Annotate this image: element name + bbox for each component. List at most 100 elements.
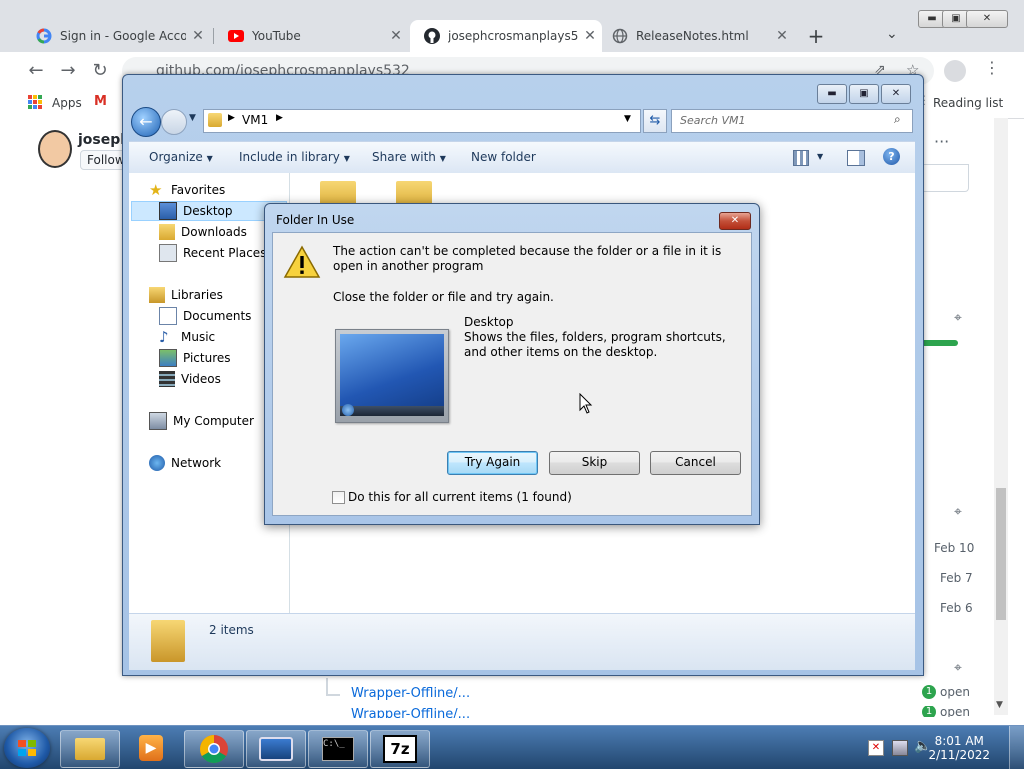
preview-pane-icon[interactable]	[847, 150, 865, 166]
repo-link[interactable]: Wrapper-Offline/...	[351, 707, 470, 718]
profile-avatar-icon[interactable]	[944, 60, 966, 82]
chevron-down-icon: ▼	[206, 154, 213, 163]
close-icon[interactable]: ✕	[384, 28, 408, 44]
close-button[interactable]: ✕	[719, 212, 751, 230]
minimize-button[interactable]: ▬	[817, 84, 847, 104]
gmail-icon[interactable]: M	[94, 94, 107, 109]
nav-desktop[interactable]: Desktop	[159, 201, 233, 221]
apply-all-checkbox[interactable]	[332, 491, 345, 504]
share-with-menu[interactable]: Share with ▼	[372, 150, 446, 164]
scrollbar-thumb[interactable]	[996, 488, 1006, 620]
breadcrumb-arrow-icon[interactable]: ▶	[228, 113, 235, 123]
tab-search-chevron-icon[interactable]: ⌄	[886, 26, 898, 42]
tab-google-signin[interactable]: Sign in - Google Accoun ✕	[22, 20, 210, 52]
forward-button[interactable]	[161, 109, 187, 135]
explorer-address-bar[interactable]: ▶ VM1 ▶ ▼	[203, 109, 641, 133]
folder-icon	[75, 738, 105, 760]
try-again-button[interactable]: Try Again	[447, 451, 538, 475]
mini-taskbar	[340, 406, 444, 416]
show-desktop-button[interactable]	[1009, 726, 1024, 769]
date-label: Feb 7	[940, 571, 973, 585]
tab-github[interactable]: josephcrosmanplays532 ✕	[410, 20, 602, 52]
tab-youtube[interactable]: YouTube ✕	[214, 20, 408, 52]
date-label: Feb 10	[934, 541, 975, 555]
nav-network[interactable]: Network	[149, 453, 221, 473]
github-icon	[424, 28, 440, 44]
organize-menu[interactable]: Organize ▼	[149, 150, 213, 164]
nav-favorites[interactable]: ★ Favorites	[149, 180, 225, 200]
include-in-library-menu[interactable]: Include in library ▼	[239, 150, 350, 164]
nav-libraries[interactable]: Libraries	[149, 285, 223, 305]
bookmark-reading-list[interactable]: Reading list	[933, 96, 1003, 110]
folder-user-icon	[151, 620, 185, 662]
taskbar-7zip[interactable]: 7z	[370, 730, 430, 768]
nav-videos[interactable]: Videos	[159, 369, 221, 389]
command-prompt-icon: C:\_	[322, 737, 354, 761]
bookmark-apps[interactable]: Apps	[52, 96, 82, 110]
chrome-icon	[200, 735, 228, 763]
organize-label: Organize	[149, 150, 203, 164]
new-folder-button[interactable]: New folder	[471, 150, 536, 164]
virtual-machine-icon	[259, 737, 293, 761]
scroll-down-arrow-icon[interactable]: ▼	[996, 700, 1003, 710]
open-label: open	[940, 706, 970, 717]
windows-logo-icon	[18, 740, 36, 756]
taskbar-cmd[interactable]: C:\_	[308, 730, 368, 768]
nav-label: Documents	[183, 309, 252, 323]
close-button[interactable]: ✕	[881, 84, 911, 104]
skip-button[interactable]: Skip	[549, 451, 640, 475]
google-icon	[36, 28, 52, 44]
search-icon[interactable]: ⌕	[894, 112, 901, 127]
close-icon[interactable]: ✕	[186, 28, 210, 44]
cancel-button[interactable]: Cancel	[650, 451, 741, 475]
nav-recent-places[interactable]: Recent Places	[159, 243, 266, 263]
close-icon[interactable]: ✕	[770, 28, 794, 44]
tab-strip: Sign in - Google Accoun ✕ YouTube ✕ jose…	[0, 0, 1024, 52]
nav-my-computer[interactable]: My Computer	[149, 411, 254, 431]
taskbar-chrome[interactable]	[184, 730, 244, 768]
help-icon[interactable]: ?	[883, 148, 900, 165]
repo-link[interactable]: Wrapper-Offline/...	[351, 686, 470, 701]
change-view-icon[interactable]	[793, 150, 809, 166]
nav-documents[interactable]: Documents	[159, 306, 251, 326]
forward-arrow-icon[interactable]: →	[56, 60, 80, 82]
dialog-title: Folder In Use	[276, 213, 355, 227]
warning-icon	[283, 245, 321, 278]
taskbar-explorer[interactable]	[60, 730, 120, 768]
address-dropdown-icon[interactable]: ▼	[624, 114, 631, 124]
nav-pictures[interactable]: Pictures	[159, 348, 231, 368]
breadcrumb-vm1[interactable]: VM1	[242, 113, 268, 127]
open-label: open	[940, 685, 970, 699]
recent-places-icon	[159, 244, 177, 262]
breadcrumb-arrow-icon[interactable]: ▶	[276, 113, 283, 123]
close-button[interactable]: ✕	[966, 10, 1008, 28]
taskbar-media-player[interactable]: ▶	[122, 730, 180, 766]
desktop-thumbnail	[335, 329, 449, 423]
page-scrollbar[interactable]	[994, 118, 1008, 715]
drag-handle-icon[interactable]: ⌖	[954, 660, 962, 676]
history-dropdown-icon[interactable]: ▼	[189, 113, 196, 123]
nav-downloads[interactable]: Downloads	[159, 222, 247, 242]
refresh-icon[interactable]: ⇆	[643, 109, 667, 133]
taskbar-vm[interactable]	[246, 730, 306, 768]
menu-kebab-icon[interactable]: ⋮	[984, 58, 1000, 77]
start-button[interactable]	[4, 728, 50, 768]
nav-music[interactable]: ♪ Music	[159, 327, 215, 347]
back-button[interactable]: ←	[131, 107, 161, 137]
folder-in-use-dialog: Folder In Use ✕ The action can't be comp…	[264, 203, 760, 525]
network-tray-icon[interactable]	[892, 740, 908, 756]
music-icon: ♪	[159, 328, 169, 346]
system-clock[interactable]: 8:01 AM 2/11/2022	[928, 734, 990, 762]
maximize-button[interactable]: ▣	[849, 84, 879, 104]
tab-release-notes[interactable]: ReleaseNotes.html ✕	[598, 20, 794, 52]
item-count: 2 items	[209, 623, 254, 637]
drag-handle-icon[interactable]: ⌖	[954, 504, 962, 520]
view-dropdown-icon[interactable]: ▼	[817, 152, 823, 161]
drag-handle-icon[interactable]: ⌖	[954, 310, 962, 326]
new-tab-button[interactable]: +	[806, 24, 826, 48]
reload-icon[interactable]: ↻	[88, 60, 112, 82]
action-center-flag-icon[interactable]: ✕	[868, 740, 884, 756]
back-arrow-icon[interactable]: ←	[24, 60, 48, 82]
explorer-search-input[interactable]: Search VM1 ⌕	[671, 109, 913, 133]
more-menu-dots[interactable]: ···	[934, 132, 949, 151]
